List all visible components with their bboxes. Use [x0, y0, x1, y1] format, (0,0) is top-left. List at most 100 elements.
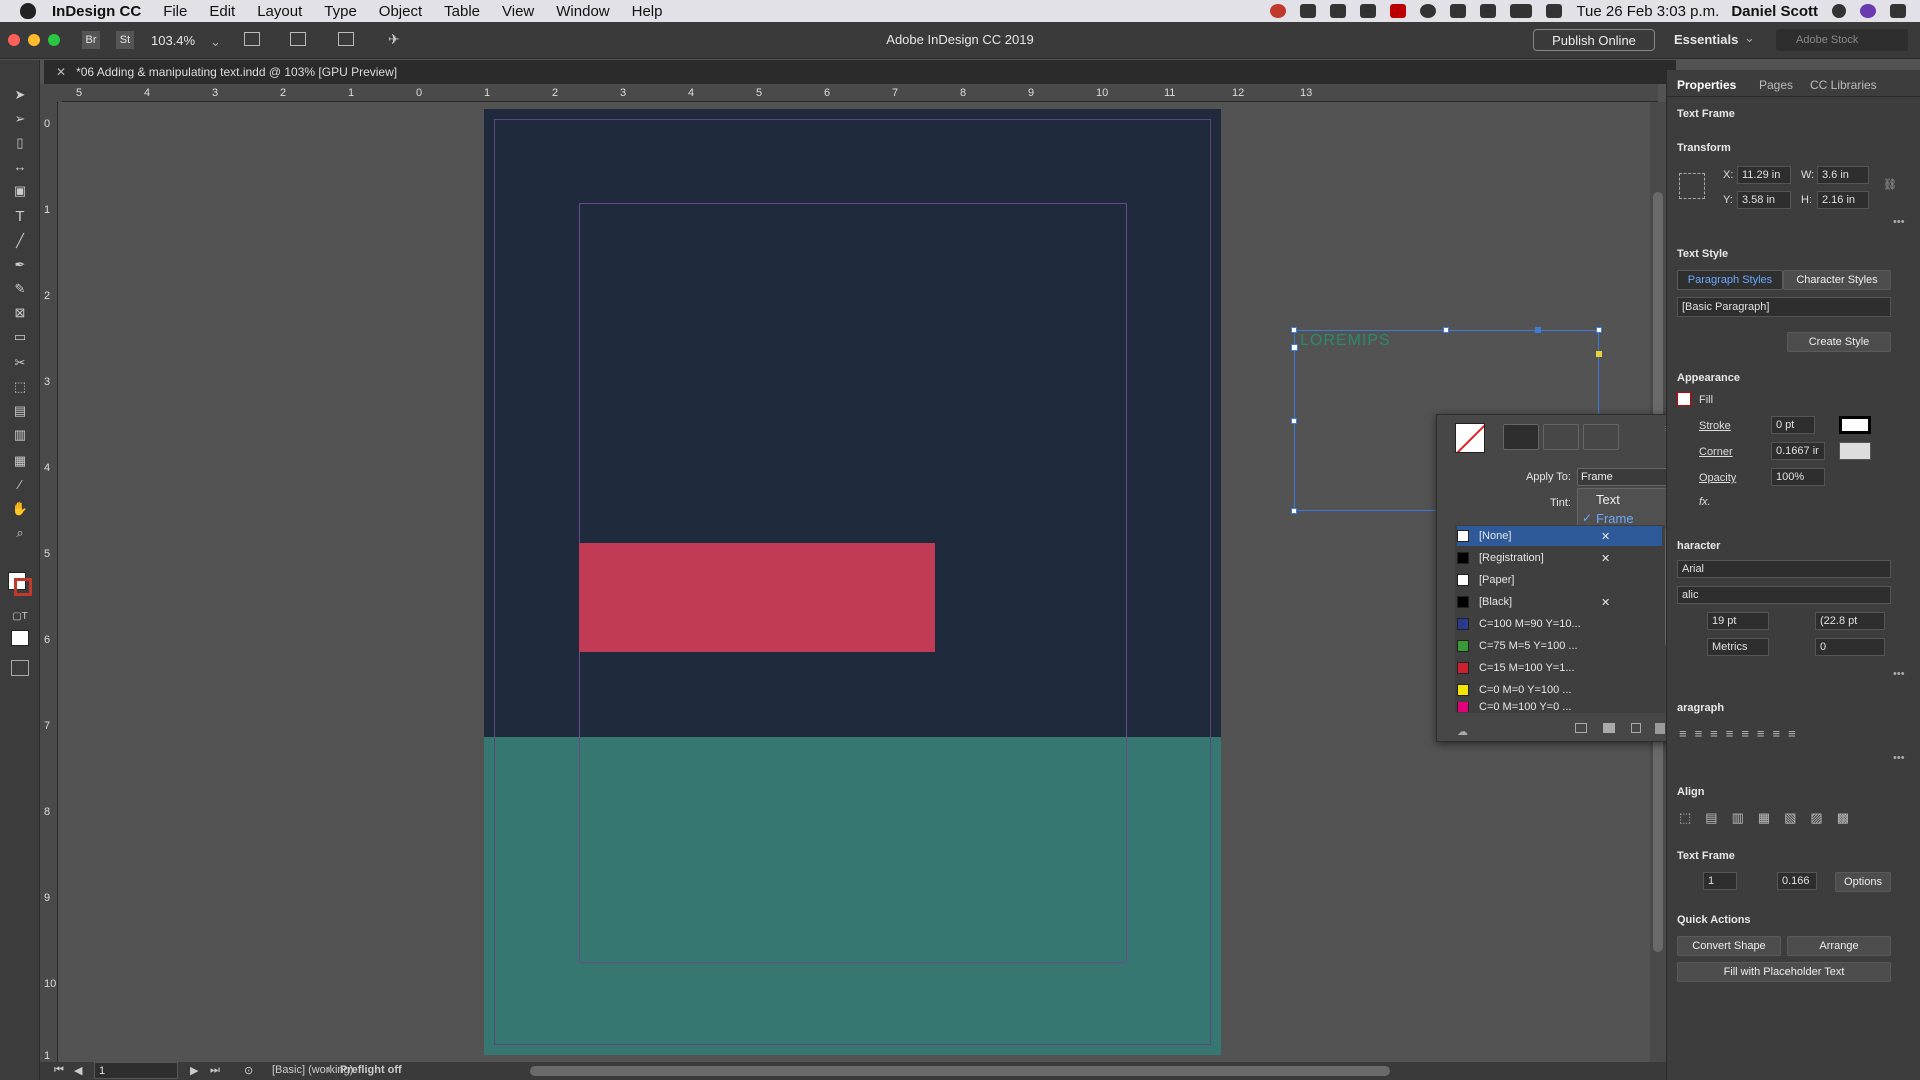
none-swatch-large-icon[interactable]	[1455, 423, 1485, 453]
convert-shape-button[interactable]: Convert Shape	[1677, 936, 1781, 956]
formatting-affects-icon[interactable]: ▢T	[11, 608, 29, 626]
constrain-proportions-icon[interactable]: ⛓	[1883, 178, 1897, 191]
eyedropper-tool-icon[interactable]: ⁄	[11, 476, 29, 494]
color-swatches-tab-icon[interactable]	[1503, 424, 1539, 450]
stroke-type-dropdown[interactable]	[1839, 416, 1871, 434]
menu-option-frame[interactable]: Frame	[1596, 511, 1634, 526]
character-styles-tab[interactable]: Character Styles	[1783, 270, 1891, 290]
menu-option-text[interactable]: Text	[1596, 492, 1620, 507]
cc-libraries-icon[interactable]: ☁	[1457, 725, 1468, 738]
chevron-down-icon[interactable]: ⌄	[1744, 30, 1755, 46]
apple-icon[interactable]	[20, 3, 36, 19]
gradient-tab-icon[interactable]	[1583, 424, 1619, 450]
kerning-field[interactable]: Metrics	[1707, 638, 1769, 656]
show-swatch-kinds-icon[interactable]	[1575, 723, 1587, 733]
new-swatch-icon[interactable]	[1631, 723, 1641, 733]
corner-shape-dropdown[interactable]	[1839, 442, 1871, 460]
workspace-switcher[interactable]: Essentials	[1674, 32, 1738, 47]
corner-label[interactable]: Corner	[1699, 446, 1733, 458]
fill-placeholder-button[interactable]: Fill with Placeholder Text	[1677, 962, 1891, 982]
fill-swatch-icon[interactable]	[1677, 392, 1691, 406]
clock[interactable]: Tue 26 Feb 3:03 p.m.	[1576, 3, 1719, 20]
pink-rectangle[interactable]	[579, 543, 935, 652]
publish-rocket-icon[interactable]: ✈	[388, 31, 400, 48]
hand-tool-icon[interactable]: ✋	[11, 500, 29, 518]
previous-page-icon[interactable]: ◀	[74, 1064, 82, 1077]
out-port-handle[interactable]	[1596, 351, 1602, 357]
notification-center-icon[interactable]	[1890, 4, 1906, 18]
view-options-icon[interactable]	[244, 32, 260, 46]
apply-none-icon[interactable]	[11, 630, 29, 646]
ruler-origin[interactable]	[40, 84, 62, 102]
screen-mode-normal-icon[interactable]	[11, 660, 29, 676]
adobe-stock-search[interactable]: Adobe Stock	[1776, 29, 1908, 51]
swatch-row[interactable]: C=75 M=5 Y=100 ...	[1457, 636, 1662, 656]
tab-cc-libraries[interactable]: CC Libraries	[1810, 78, 1877, 92]
swatch-row[interactable]: [None] ✕	[1457, 526, 1662, 546]
effects-icon[interactable]: fx.	[1699, 496, 1711, 508]
reference-point-icon[interactable]	[1679, 173, 1705, 199]
height-field[interactable]: 2.16 in	[1817, 191, 1869, 209]
page-number-field[interactable]: 1	[94, 1062, 178, 1079]
in-port-handle[interactable]	[1291, 344, 1298, 351]
rectangle-tool-icon[interactable]: ▭	[11, 328, 29, 346]
more-options-icon[interactable]: •••	[1893, 216, 1905, 228]
gap-tool-icon[interactable]: ↔	[11, 158, 29, 176]
align-objects-icons[interactable]: ⬚▤▥▦▧▨▩	[1679, 810, 1863, 826]
arrange-button[interactable]: Arrange	[1787, 936, 1891, 956]
paragraph-styles-tab[interactable]: Paragraph Styles	[1677, 270, 1783, 290]
zoom-level[interactable]: 103.4%	[151, 33, 195, 48]
spotlight-icon[interactable]	[1832, 4, 1846, 18]
bridge-button[interactable]: Br	[82, 31, 100, 49]
arrange-documents-icon[interactable]	[338, 32, 354, 46]
open-page-icon[interactable]: ⊙	[244, 1064, 253, 1077]
horizontal-scroll-thumb[interactable]	[530, 1066, 1390, 1076]
last-page-icon[interactable]: ⏭	[210, 1064, 220, 1077]
swatch-row[interactable]: C=100 M=90 Y=10...	[1457, 614, 1662, 634]
stroke-label[interactable]: Stroke	[1699, 420, 1731, 432]
leading-field[interactable]: (22.8 pt	[1815, 612, 1885, 630]
horizontal-ruler[interactable]: 5 4 3 2 1 0 1 2 3 4 5 6 7 8 9 10 11 12 13	[62, 84, 1658, 102]
app-status-icon[interactable]	[1360, 4, 1377, 18]
swatch-row[interactable]: [Paper]	[1457, 570, 1662, 590]
document-tab[interactable]: *06 Adding & manipulating text.indd @ 10…	[76, 65, 397, 79]
next-page-icon[interactable]: ▶	[190, 1064, 198, 1077]
create-style-button[interactable]: Create Style	[1787, 332, 1891, 352]
swatch-row[interactable]: [Black] ✕	[1457, 592, 1662, 612]
menu-type[interactable]: Type	[324, 3, 357, 20]
free-transform-tool-icon[interactable]: ⬚	[11, 378, 29, 396]
y-field[interactable]: 3.58 in	[1737, 191, 1791, 209]
frame-handle[interactable]	[1535, 327, 1541, 333]
tracking-field[interactable]: 0	[1815, 638, 1885, 656]
frame-handle[interactable]	[1596, 327, 1602, 333]
frame-handle[interactable]	[1291, 327, 1297, 333]
menu-table[interactable]: Table	[444, 3, 480, 20]
menu-help[interactable]: Help	[632, 3, 663, 20]
width-field[interactable]: 3.6 in	[1817, 166, 1869, 184]
first-page-icon[interactable]: ⏮	[54, 1064, 64, 1077]
paragraph-alignment-icons[interactable]: ≡≡≡≡≡≡≡≡	[1679, 726, 1804, 741]
swatch-row[interactable]: C=0 M=0 Y=100 ...	[1457, 680, 1662, 700]
app-menu[interactable]: InDesign CC	[52, 3, 141, 20]
tab-properties[interactable]: Properties	[1677, 78, 1736, 92]
frame-handle[interactable]	[1291, 418, 1297, 424]
scissors-tool-icon[interactable]: ✂	[11, 354, 29, 372]
line-tool-icon[interactable]: ╱	[11, 232, 29, 250]
selection-tool-icon[interactable]: ➤	[11, 86, 29, 104]
font-style-dropdown[interactable]: alic	[1677, 586, 1891, 604]
font-family-dropdown[interactable]: Arial	[1677, 560, 1891, 578]
record-icon[interactable]	[1390, 4, 1407, 18]
siri-icon[interactable]	[1860, 4, 1876, 18]
content-collector-icon[interactable]: ▣	[11, 182, 29, 200]
dropbox-icon[interactable]	[1300, 4, 1317, 18]
battery-icon[interactable]	[1510, 4, 1533, 18]
display-icon[interactable]	[1330, 4, 1347, 18]
stroke-swatch-icon[interactable]	[14, 578, 32, 596]
frame-handle[interactable]	[1443, 327, 1449, 333]
rectangle-frame-tool-icon[interactable]: ⊠	[11, 304, 29, 322]
swatch-row[interactable]: C=0 M=100 Y=0 ...	[1457, 702, 1662, 712]
font-size-field[interactable]: 19 pt	[1707, 612, 1769, 630]
paragraph-style-dropdown[interactable]: [Basic Paragraph]	[1677, 297, 1891, 317]
volume-icon[interactable]	[1546, 4, 1563, 18]
bluetooth-icon[interactable]	[1450, 4, 1467, 18]
